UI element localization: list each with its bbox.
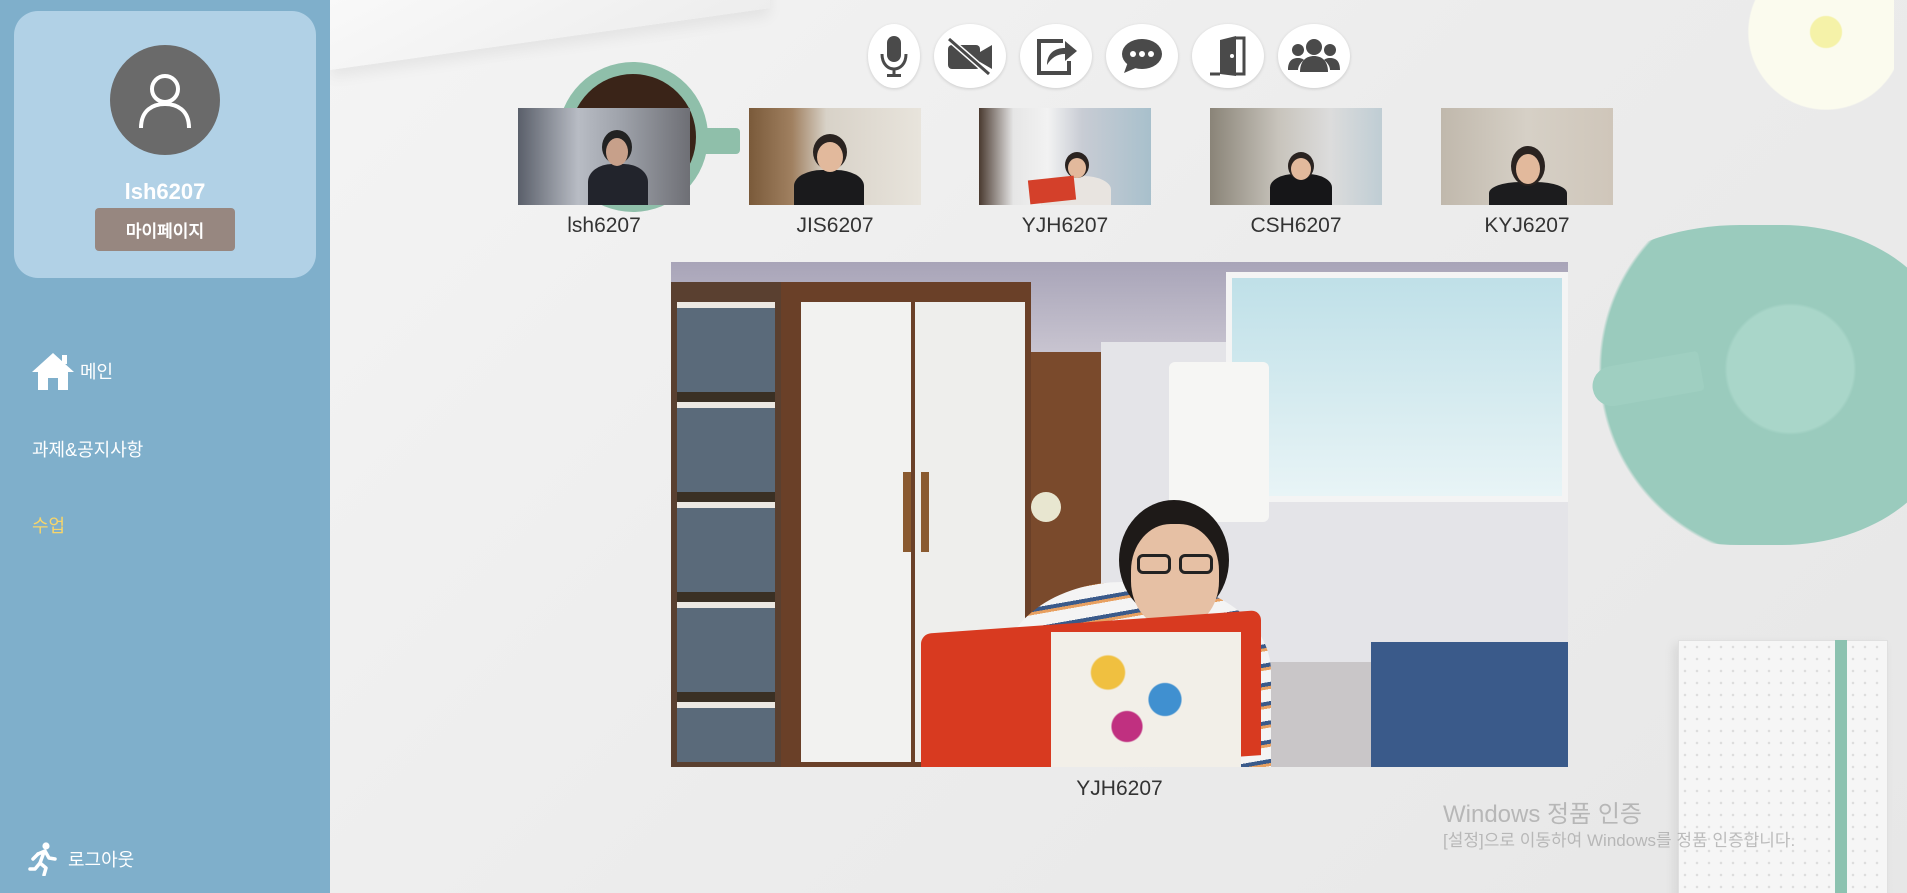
participant-video bbox=[1441, 108, 1613, 205]
video-scene bbox=[749, 108, 921, 205]
participant-name: lsh6207 bbox=[567, 214, 641, 237]
call-toolbar bbox=[868, 24, 1350, 88]
nav-item-main[interactable]: 메인 bbox=[30, 350, 113, 392]
teapot-decoration bbox=[1530, 225, 1907, 545]
video-scene bbox=[979, 108, 1151, 205]
participant-name: JIS6207 bbox=[796, 214, 874, 237]
video-scene bbox=[518, 108, 690, 205]
avatar bbox=[110, 45, 220, 155]
share-icon bbox=[1037, 39, 1077, 75]
video-scene bbox=[1210, 108, 1382, 205]
microphone-button[interactable] bbox=[868, 24, 920, 88]
participants-button[interactable] bbox=[1278, 24, 1350, 88]
video-scene bbox=[1441, 108, 1613, 205]
participant-tile[interactable]: CSH6207 bbox=[1210, 108, 1382, 238]
participant-tile[interactable]: lsh6207 bbox=[518, 108, 690, 238]
participant-name: KYJ6207 bbox=[1484, 214, 1570, 237]
running-icon bbox=[28, 842, 57, 876]
windows-activation-subtitle: [설정]으로 이동하여 Windows를 정품 인증합니다. bbox=[1443, 831, 1796, 850]
coffee-cup-handle-decoration bbox=[700, 128, 740, 154]
mypage-button[interactable]: 마이페이지 bbox=[95, 208, 235, 251]
sidebar: lsh6207 마이페이지 메인 과제&공지사항 수업 로그아웃 bbox=[0, 0, 330, 893]
main-video[interactable] bbox=[671, 262, 1568, 767]
windows-activation-title: Windows 정품 인증 bbox=[1443, 801, 1643, 828]
chat-button[interactable] bbox=[1106, 24, 1178, 88]
chat-icon bbox=[1122, 39, 1162, 73]
notebook-strap-decoration bbox=[1835, 640, 1847, 893]
home-icon bbox=[32, 353, 74, 390]
background-decoration bbox=[330, 0, 770, 70]
video-scene bbox=[671, 262, 1568, 767]
nav-item-assignments[interactable]: 과제&공지사항 bbox=[32, 436, 143, 462]
main-area: lsh6207 JIS6207 YJH6207 CSH6207 KYJ6207 … bbox=[330, 0, 1907, 893]
video-off-icon bbox=[947, 36, 992, 76]
nav-item-class[interactable]: 수업 bbox=[32, 512, 65, 538]
profile-card: lsh6207 마이페이지 bbox=[14, 11, 316, 278]
logout-label: 로그아웃 bbox=[68, 850, 135, 870]
participant-video bbox=[518, 108, 690, 205]
users-icon bbox=[1288, 39, 1340, 72]
notebook-decoration bbox=[1678, 640, 1888, 893]
door-exit-icon bbox=[1210, 36, 1246, 76]
microphone-icon bbox=[880, 36, 908, 77]
participant-tile[interactable]: JIS6207 bbox=[749, 108, 921, 238]
logout-button[interactable]: 로그아웃 bbox=[28, 842, 134, 876]
user-icon bbox=[139, 74, 191, 129]
profile-username: lsh6207 bbox=[124, 179, 206, 204]
participant-tile[interactable]: YJH6207 bbox=[979, 108, 1151, 238]
participant-name: CSH6207 bbox=[1250, 214, 1342, 237]
participant-video bbox=[979, 108, 1151, 205]
nav-assignments-label: 과제&공지사항 bbox=[32, 440, 144, 460]
share-button[interactable] bbox=[1020, 24, 1092, 88]
main-video-name: YJH6207 bbox=[1076, 777, 1163, 800]
participant-name: YJH6207 bbox=[1021, 214, 1109, 237]
nav-main-label: 메인 bbox=[80, 362, 114, 382]
flower-decoration bbox=[1724, 0, 1894, 110]
nav-class-label: 수업 bbox=[32, 516, 66, 536]
participant-tile[interactable]: KYJ6207 bbox=[1441, 108, 1613, 238]
exit-button[interactable] bbox=[1192, 24, 1264, 88]
participant-video bbox=[1210, 108, 1382, 205]
camera-off-button[interactable] bbox=[934, 24, 1006, 88]
participant-video bbox=[749, 108, 921, 205]
